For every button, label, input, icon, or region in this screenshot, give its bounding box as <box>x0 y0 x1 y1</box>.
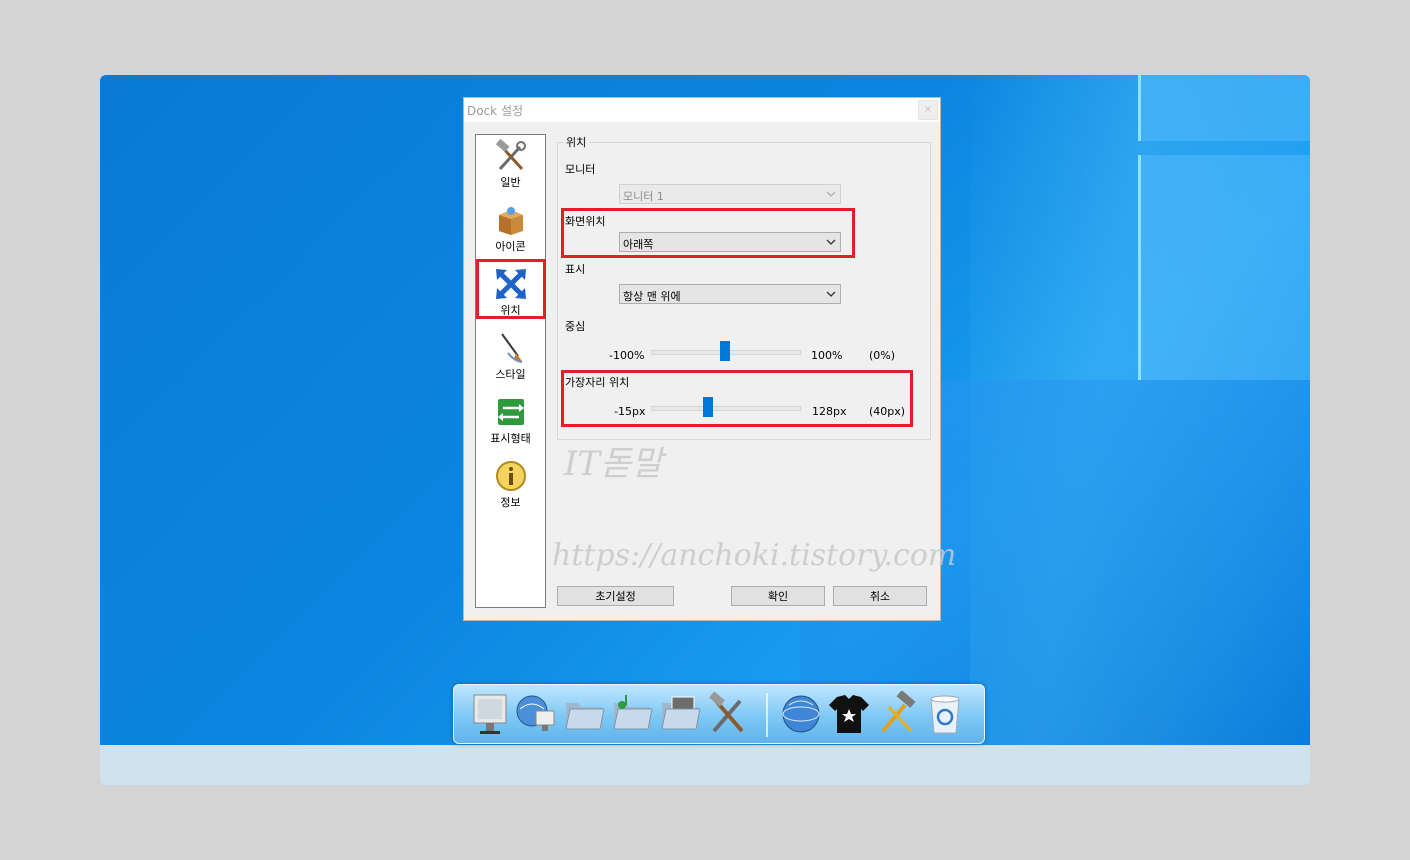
dialog-title: Dock 설정 <box>467 104 524 118</box>
picture-folder-icon[interactable] <box>658 691 702 737</box>
music-folder-icon[interactable] <box>610 691 654 737</box>
sidebar-item-style[interactable]: 스타일 <box>476 329 545 389</box>
highlight-box <box>561 370 913 427</box>
globe-icon[interactable] <box>779 691 823 737</box>
tools-icon[interactable] <box>706 691 750 737</box>
chevron-down-icon <box>826 291 836 297</box>
tshirt-icon[interactable] <box>827 691 871 737</box>
desktop-screen: Dock 설정 × 일반 아이콘 위치 스타일 표시형태 정보 위치 모니터 모… <box>100 75 1310 785</box>
recycle-bin-icon[interactable] <box>923 691 967 737</box>
sidebar-item-label: 아이콘 <box>495 240 526 253</box>
network-globe-icon[interactable] <box>514 691 558 737</box>
sidebar-item-label: 정보 <box>500 496 521 509</box>
sidebar-item-display-mode[interactable]: 표시형태 <box>476 393 545 453</box>
sidebar-item-icons[interactable]: 아이콘 <box>476 201 545 261</box>
sidebar-item-general[interactable]: 일반 <box>476 137 545 197</box>
watermark-line2: https://anchoki.tistory.com <box>552 538 957 573</box>
taskbar <box>100 745 1310 785</box>
display-select[interactable]: 항상 맨 위에 <box>619 284 841 304</box>
display-label: 표시 <box>565 263 586 276</box>
dock-separator <box>766 693 768 737</box>
sidebar-item-info[interactable]: 정보 <box>476 457 545 517</box>
highlight-box <box>561 208 855 258</box>
center-max-label: 100% <box>811 349 843 362</box>
folder-icon[interactable] <box>562 691 606 737</box>
brush-icon <box>500 333 522 363</box>
center-current-value: (0%) <box>869 349 896 362</box>
wallpaper-window-pane <box>1138 75 1310 141</box>
titlebar: Dock 설정 × <box>464 98 940 122</box>
wallpaper-window-pane <box>1138 155 1310 380</box>
monitor-icon[interactable] <box>468 691 512 737</box>
sidebar-item-label: 일반 <box>500 176 521 189</box>
sidebar-item-label: 스타일 <box>495 368 526 381</box>
tools-icon <box>495 139 526 171</box>
watermark-line1: IT돋말 <box>564 444 663 484</box>
center-min-label: -100% <box>609 349 645 362</box>
reset-button[interactable]: 초기설정 <box>557 586 674 606</box>
chevron-down-icon <box>826 191 836 197</box>
close-button[interactable]: × <box>918 100 938 120</box>
ok-button[interactable]: 확인 <box>731 586 825 606</box>
monitor-value: 모니터 1 <box>623 190 664 203</box>
selection-highlight <box>476 259 546 319</box>
info-icon <box>495 461 526 491</box>
center-slider-thumb[interactable] <box>720 341 730 361</box>
box-icon <box>498 207 523 235</box>
group-label: 위치 <box>563 134 590 150</box>
swap-arrows-icon <box>497 399 524 425</box>
display-value: 항상 맨 위에 <box>623 290 681 303</box>
monitor-label: 모니터 <box>565 163 596 176</box>
settings-sidebar: 일반 아이콘 위치 스타일 표시형태 정보 <box>475 134 546 608</box>
dock-bar <box>453 684 985 744</box>
cancel-button[interactable]: 취소 <box>833 586 927 606</box>
monitor-select[interactable]: 모니터 1 <box>619 184 841 204</box>
sidebar-item-label: 표시형태 <box>490 432 531 445</box>
center-label: 중심 <box>565 320 586 333</box>
hammer-icon[interactable] <box>875 691 919 737</box>
dock-settings-dialog: Dock 설정 × 일반 아이콘 위치 스타일 표시형태 정보 위치 모니터 모… <box>463 97 956 621</box>
